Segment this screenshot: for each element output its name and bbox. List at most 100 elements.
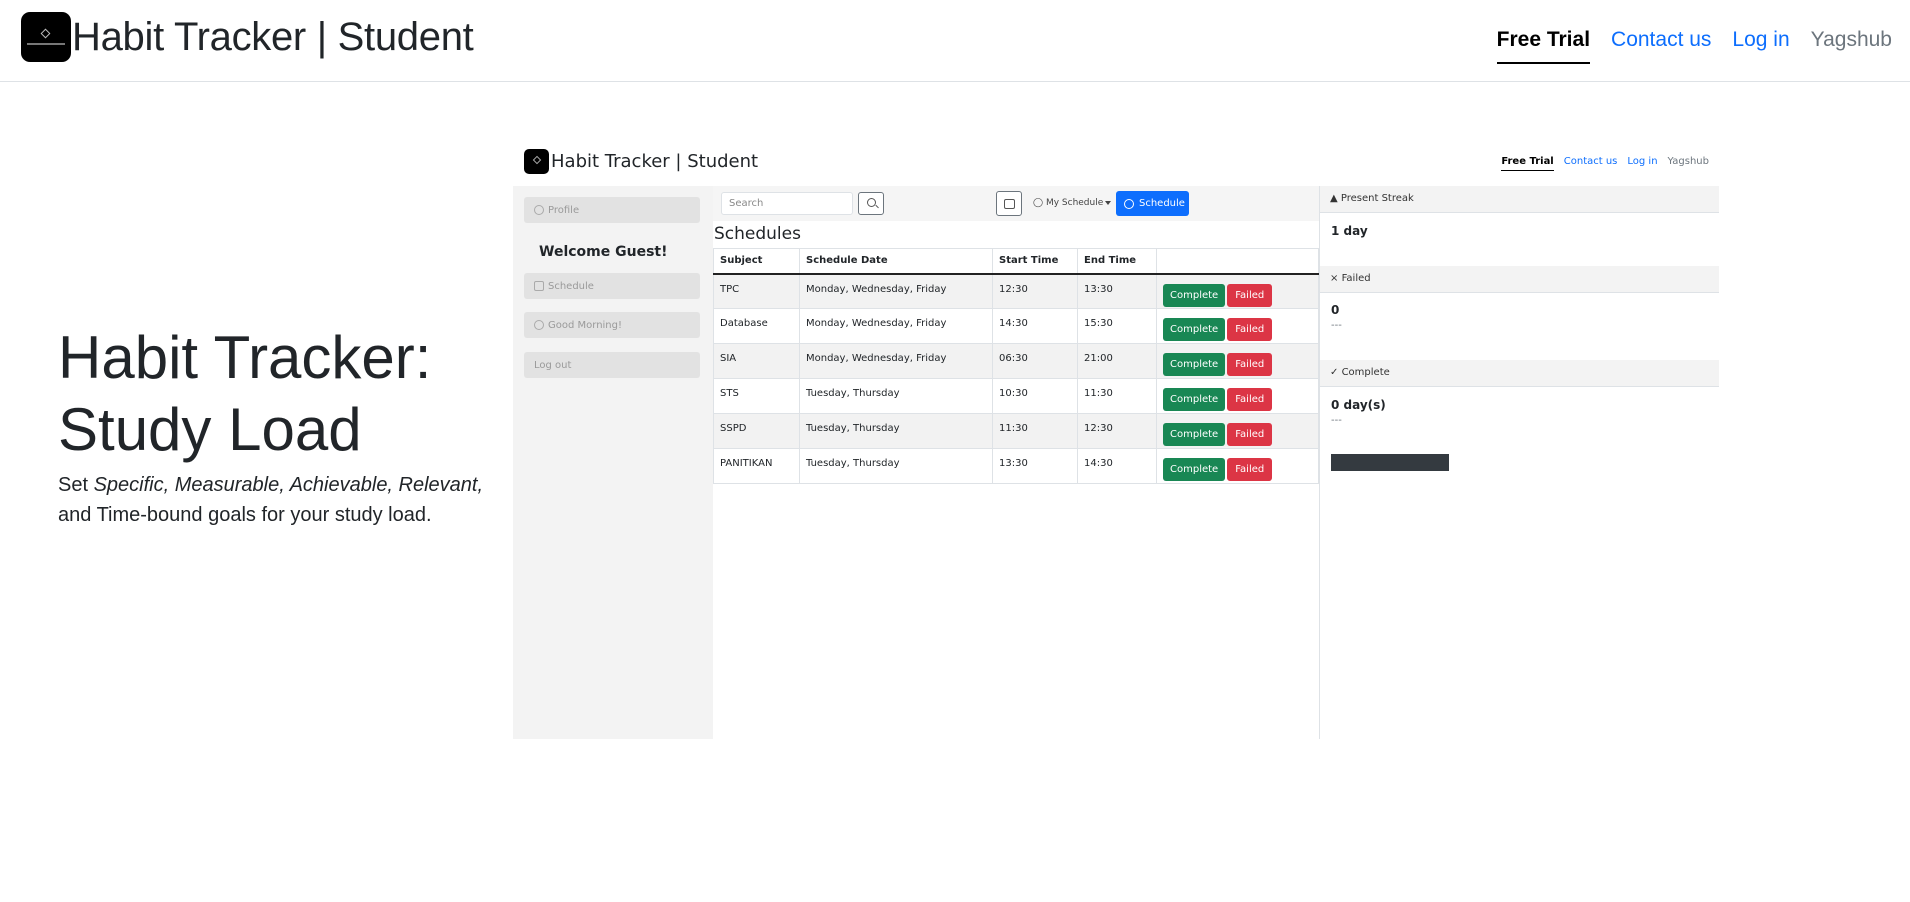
cell-end: 11:30 [1077, 378, 1157, 414]
cell-start: 13:30 [992, 448, 1078, 484]
preview-brand-title: Habit Tracker | Student [551, 151, 759, 172]
cell-end: 15:30 [1077, 308, 1157, 344]
cell-date: Monday, Wednesday, Friday [799, 273, 993, 309]
hero-title: Habit Tracker: Study Load [58, 322, 508, 466]
failed-detail: --- [1331, 320, 1342, 331]
sidebar-logout-label: Log out [534, 359, 572, 371]
table-row: TPC Monday, Wednesday, Friday 12:30 13:3… [713, 273, 1319, 309]
add-schedule-label: Schedule [1139, 198, 1185, 209]
cell-subject: STS [713, 378, 800, 414]
nav-yagshub[interactable]: Yagshub [1811, 22, 1892, 58]
complete-panel-header: ✓ Complete [1320, 360, 1719, 387]
cell-end: 21:00 [1077, 343, 1157, 379]
preview-main: Search ◯ My Schedule Schedule Schedules … [713, 186, 1319, 739]
cell-date: Monday, Wednesday, Friday [799, 308, 993, 344]
complete-button: Complete [1163, 423, 1226, 446]
hero-desc-italic: Specific, Measurable, Achievable, Releva… [93, 474, 484, 496]
streak-label: Present Streak [1340, 193, 1414, 204]
table-row: SSPD Tuesday, Thursday 11:30 12:30 Compl… [713, 413, 1319, 449]
main-nav: Free Trial Contact us Log in Yagshub [1496, 22, 1892, 64]
preview-sidebar: Profile Welcome Guest! Schedule Good Mor… [513, 186, 713, 739]
table-row: PANITIKAN Tuesday, Thursday 13:30 14:30 … [713, 448, 1319, 484]
complete-value: 0 day(s) [1331, 398, 1386, 412]
search-icon [867, 198, 876, 207]
cell-start: 11:30 [992, 413, 1078, 449]
preview-nav-log-in: Log in [1627, 156, 1658, 167]
preview-toolbar: Search ◯ My Schedule Schedule [713, 186, 1319, 221]
cell-subject: Database [713, 308, 800, 344]
cell-actions: Complete Failed [1156, 343, 1319, 379]
sidebar-logout-button: Log out [524, 352, 700, 378]
fire-icon: ▲ [1330, 193, 1338, 204]
dark-bar [1331, 454, 1449, 471]
cell-date: Tuesday, Thursday [799, 413, 993, 449]
hero-description: Set Specific, Measurable, Achievable, Re… [58, 470, 508, 530]
sidebar-greeting-label: Good Morning! [548, 319, 623, 331]
preview-add-schedule-button: Schedule [1116, 191, 1189, 216]
column-header-end-time: End Time [1077, 248, 1157, 275]
brand[interactable]: Habit Tracker | Student [21, 12, 474, 62]
calendar-icon [534, 281, 544, 291]
complete-detail: --- [1331, 415, 1342, 426]
cell-actions: Complete Failed [1156, 273, 1319, 309]
schedules-heading: Schedules [714, 224, 801, 244]
cell-date: Monday, Wednesday, Friday [799, 343, 993, 379]
schedule-table: Subject Schedule Date Start Time End Tim… [713, 248, 1319, 484]
streak-value: 1 day [1331, 224, 1368, 238]
cell-date: Tuesday, Thursday [799, 448, 993, 484]
failed-button: Failed [1227, 353, 1273, 376]
cell-actions: Complete Failed [1156, 448, 1319, 484]
bell-icon: ◯ [1033, 198, 1044, 208]
cell-start: 12:30 [992, 273, 1078, 309]
failed-button: Failed [1227, 423, 1273, 446]
hero-desc-suffix: and Time-bound goals for your study load… [58, 504, 432, 526]
clock-icon [534, 320, 544, 330]
sidebar-schedule-label: Schedule [548, 280, 594, 292]
cell-actions: Complete Failed [1156, 413, 1319, 449]
preview-nav: Free Trial Contact us Log in Yagshub [1491, 156, 1709, 171]
sidebar-profile-button: Profile [524, 197, 700, 223]
welcome-message: Welcome Guest! [539, 244, 668, 260]
complete-button: Complete [1163, 388, 1226, 411]
table-row: STS Tuesday, Thursday 10:30 11:30 Comple… [713, 378, 1319, 414]
cell-subject: SSPD [713, 413, 800, 449]
sidebar-greeting: Good Morning! [524, 312, 700, 338]
preview-calendar-button [996, 191, 1022, 216]
failed-button: Failed [1227, 458, 1273, 481]
column-header-actions [1156, 248, 1319, 275]
cell-start: 10:30 [992, 378, 1078, 414]
preview-nav-free-trial: Free Trial [1501, 156, 1554, 171]
my-schedule-label: My Schedule [1045, 198, 1104, 208]
failed-label: Failed [1341, 273, 1371, 284]
preview-search-button [858, 192, 884, 215]
cell-subject: SIA [713, 343, 800, 379]
column-header-schedule-date: Schedule Date [799, 248, 993, 275]
table-row: Database Monday, Wednesday, Friday 14:30… [713, 308, 1319, 344]
preview-search-input: Search [721, 192, 853, 215]
hero-section: Habit Tracker: Study Load Set Specific, … [58, 322, 508, 530]
x-icon: × [1330, 273, 1339, 284]
cell-end: 14:30 [1077, 448, 1157, 484]
preview-my-schedule-dropdown: ◯ My Schedule [1033, 198, 1112, 208]
sidebar-profile-label: Profile [548, 204, 580, 216]
cell-actions: Complete Failed [1156, 378, 1319, 414]
failed-button: Failed [1227, 318, 1273, 341]
preview-stats-panel: ▲ Present Streak 1 day × Failed 0 --- ✓ … [1319, 186, 1719, 739]
complete-button: Complete [1163, 283, 1226, 307]
nav-free-trial[interactable]: Free Trial [1496, 22, 1591, 64]
cell-subject: TPC [713, 273, 800, 309]
cell-actions: Complete Failed [1156, 308, 1319, 344]
preview-brand: Habit Tracker | Student [524, 149, 758, 174]
user-icon [534, 205, 544, 215]
failed-button: Failed [1227, 388, 1273, 411]
nav-contact-us[interactable]: Contact us [1611, 22, 1711, 58]
preview-brand-logo [524, 149, 549, 174]
check-icon: ✓ [1330, 367, 1339, 378]
table-row: SIA Monday, Wednesday, Friday 06:30 21:0… [713, 343, 1319, 379]
top-navbar: Habit Tracker | Student Free Trial Conta… [0, 0, 1910, 82]
nav-log-in[interactable]: Log in [1732, 22, 1789, 58]
cell-subject: PANITIKAN [713, 448, 800, 484]
complete-button: Complete [1163, 318, 1226, 341]
failed-button: Failed [1227, 283, 1273, 307]
preview-nav-yagshub: Yagshub [1667, 156, 1709, 167]
